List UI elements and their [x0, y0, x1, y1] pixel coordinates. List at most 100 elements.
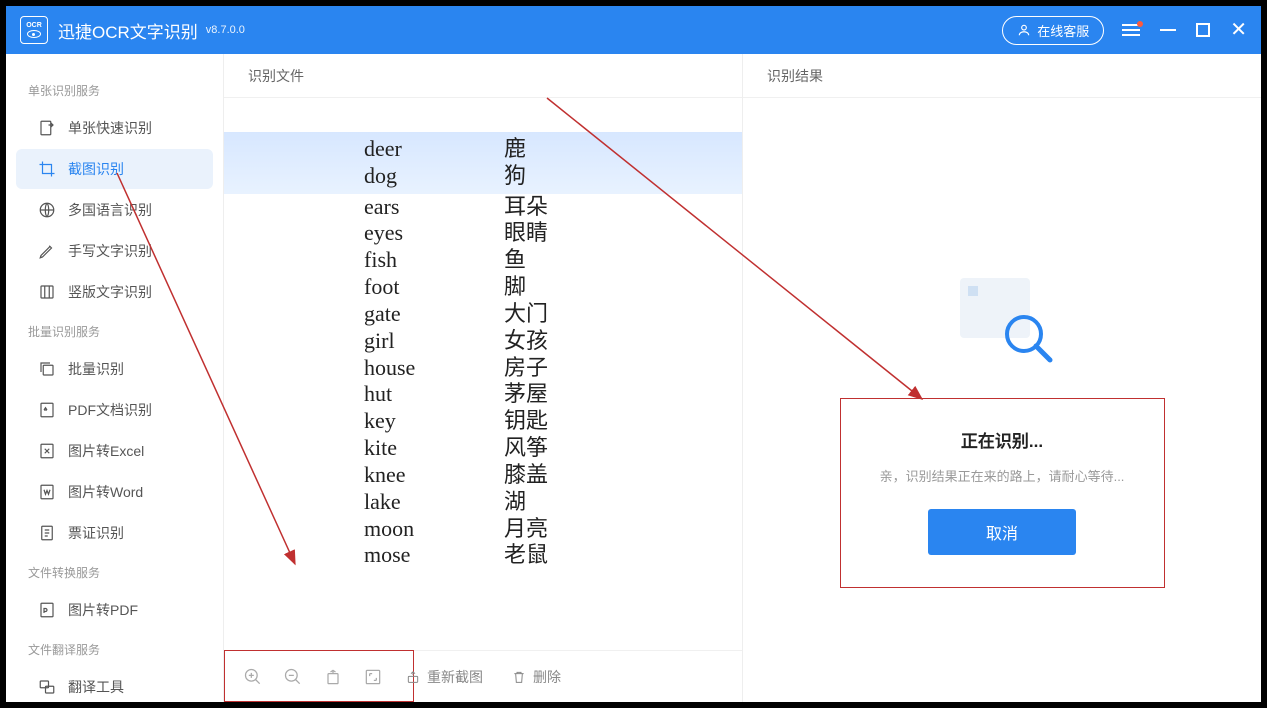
sidebar-item-vertical[interactable]: 竖版文字识别 — [16, 272, 213, 312]
word-cn: 女孩 — [504, 328, 548, 355]
word-en: hut — [364, 381, 504, 408]
zoom-in-button[interactable] — [242, 666, 264, 688]
pen-icon — [38, 242, 56, 260]
sidebar-item-multilang[interactable]: 多国语言识别 — [16, 190, 213, 230]
word-en: key — [364, 408, 504, 435]
content: 识别文件 deer鹿dog狗ears耳朵eyes眼睛fish鱼foot脚gate… — [224, 54, 1261, 702]
word-en: lake — [364, 489, 504, 516]
sidebar-item-translate[interactable]: 翻译工具 — [16, 667, 213, 702]
word-row: knee膝盖 — [224, 462, 742, 489]
word-cn: 月亮 — [504, 516, 548, 543]
word-cn: 狗 — [504, 163, 526, 190]
minimize-button[interactable] — [1160, 29, 1176, 31]
word-cn: 膝盖 — [504, 462, 548, 489]
highlighted-region: deer鹿dog狗 — [224, 132, 742, 194]
word-icon — [38, 483, 56, 501]
word-en: foot — [364, 274, 504, 301]
word-row: deer鹿 — [224, 136, 742, 163]
result-area: 正在识别... 亲，识别结果正在来的路上，请耐心等待... 取消 — [743, 98, 1261, 702]
result-panel: 识别结果 正在识别... 亲，识别结果正在来的路上，请耐心等待... 取消 — [743, 54, 1261, 702]
word-en: deer — [364, 136, 504, 163]
menu-icon[interactable] — [1122, 24, 1140, 36]
sidebar-item-handwriting[interactable]: 手写文字识别 — [16, 231, 213, 271]
fit-button[interactable] — [362, 666, 384, 688]
word-cn: 风筝 — [504, 435, 548, 462]
crop-icon — [38, 160, 56, 178]
word-row: hut茅屋 — [224, 381, 742, 408]
word-row: gate大门 — [224, 301, 742, 328]
image-preview: deer鹿dog狗ears耳朵eyes眼睛fish鱼foot脚gate大门gir… — [224, 98, 742, 650]
word-en: eyes — [364, 220, 504, 247]
delete-button[interactable]: 删除 — [511, 667, 561, 687]
copy-icon — [38, 360, 56, 378]
result-panel-title: 识别结果 — [743, 54, 1261, 98]
columns-icon — [38, 283, 56, 301]
word-en: dog — [364, 163, 504, 190]
sidebar-item-img2pdf[interactable]: 图片转PDF — [16, 590, 213, 630]
word-en: moon — [364, 516, 504, 543]
word-row: house房子 — [224, 355, 742, 382]
loading-icon — [952, 278, 1052, 368]
app-title: 迅捷OCR文字识别 — [58, 18, 198, 43]
recapture-button[interactable]: 重新截图 — [405, 667, 483, 687]
word-cn: 老鼠 — [504, 542, 548, 569]
sidebar-item-label: 票证识别 — [68, 523, 124, 543]
word-row: moon月亮 — [224, 516, 742, 543]
sidebar-item-label: 竖版文字识别 — [68, 282, 152, 302]
sidebar-group-header: 批量识别服务 — [6, 313, 223, 348]
sidebar-item-label: 多国语言识别 — [68, 200, 152, 220]
word-row: eyes眼睛 — [224, 220, 742, 247]
sidebar-item-label: 批量识别 — [68, 359, 124, 379]
sidebar-item-batch[interactable]: 批量识别 — [16, 349, 213, 389]
app-version: v8.7.0.0 — [206, 24, 245, 36]
cancel-button[interactable]: 取消 — [928, 509, 1076, 555]
zoom-out-button[interactable] — [282, 666, 304, 688]
sidebar-item-excel[interactable]: 图片转Excel — [16, 431, 213, 471]
rotate-button[interactable] — [322, 666, 344, 688]
sidebar-item-single-quick[interactable]: 单张快速识别 — [16, 108, 213, 148]
sidebar: 单张识别服务 单张快速识别 截图识别 多国语言识别 手写文字识别 竖版文字识别 — [6, 54, 224, 702]
sidebar-item-label: 图片转PDF — [68, 600, 138, 620]
main-area: 单张识别服务 单张快速识别 截图识别 多国语言识别 手写文字识别 竖版文字识别 — [6, 54, 1261, 702]
word-row: kite风筝 — [224, 435, 742, 462]
delete-label: 删除 — [533, 667, 561, 687]
word-row: foot脚 — [224, 274, 742, 301]
file-panel: 识别文件 deer鹿dog狗ears耳朵eyes眼睛fish鱼foot脚gate… — [224, 54, 743, 702]
recapture-label: 重新截图 — [427, 667, 483, 687]
recognizing-dialog: 正在识别... 亲，识别结果正在来的路上，请耐心等待... 取消 — [840, 398, 1165, 588]
maximize-button[interactable] — [1196, 23, 1210, 37]
sidebar-item-label: 图片转Word — [68, 482, 143, 502]
app-window: OCR 迅捷OCR文字识别 v8.7.0.0 在线客服 ✕ 单张识别服务 单张快… — [4, 4, 1263, 704]
word-en: mose — [364, 542, 504, 569]
sidebar-item-label: 单张快速识别 — [68, 118, 152, 138]
word-row: fish鱼 — [224, 247, 742, 274]
support-label: 在线客服 — [1037, 21, 1089, 40]
sidebar-item-label: 图片转Excel — [68, 441, 144, 461]
recognizing-title: 正在识别... — [875, 427, 1130, 452]
sidebar-item-label: 翻译工具 — [68, 677, 124, 697]
sidebar-item-screenshot[interactable]: 截图识别 — [16, 149, 213, 189]
close-button[interactable]: ✕ — [1230, 20, 1247, 40]
image-toolbar: 重新截图 删除 — [224, 650, 742, 702]
file-panel-title: 识别文件 — [224, 54, 742, 98]
word-cn: 耳朵 — [504, 194, 548, 221]
online-support-button[interactable]: 在线客服 — [1002, 16, 1104, 45]
pdf-icon — [38, 401, 56, 419]
word-cn: 房子 — [504, 355, 548, 382]
word-cn: 湖 — [504, 489, 526, 516]
word-en: fish — [364, 247, 504, 274]
word-row: ears耳朵 — [224, 194, 742, 221]
sidebar-item-label: 截图识别 — [68, 159, 124, 179]
word-row: girl女孩 — [224, 328, 742, 355]
word-en: gate — [364, 301, 504, 328]
word-en: ears — [364, 194, 504, 221]
sidebar-item-ticket[interactable]: 票证识别 — [16, 513, 213, 553]
sidebar-item-word[interactable]: 图片转Word — [16, 472, 213, 512]
word-cn: 脚 — [504, 274, 526, 301]
word-en: knee — [364, 462, 504, 489]
word-en: house — [364, 355, 504, 382]
sidebar-group-header: 文件转换服务 — [6, 554, 223, 589]
sidebar-item-pdf[interactable]: PDF文档识别 — [16, 390, 213, 430]
word-row: mose老鼠 — [224, 542, 742, 569]
image-pdf-icon — [38, 601, 56, 619]
